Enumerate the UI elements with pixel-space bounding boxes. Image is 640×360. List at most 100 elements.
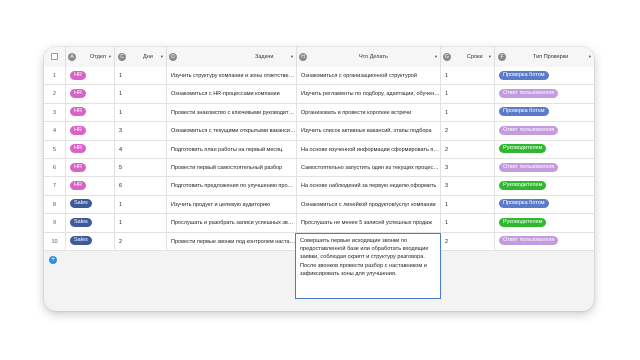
column-menu-icon[interactable]: ▾ <box>291 47 293 67</box>
row-number[interactable]: 9 <box>44 214 66 233</box>
table-row[interactable]: 7 HR 6 Подготовить предложения по улучшению… <box>44 177 594 196</box>
todo-cell[interactable]: Изучить список активных вакансий, этапы … <box>297 122 441 141</box>
task-cell[interactable]: Провести первый самостоятельный разбор <box>167 159 297 178</box>
table-row[interactable]: 2 HR 1 Ознакомиться с HR-процессами компани… <box>44 85 594 104</box>
day-cell[interactable]: 1 <box>115 67 167 86</box>
column-header-dept[interactable]: A Отдел ▾ <box>66 47 115 67</box>
row-number[interactable]: 10 <box>44 232 66 251</box>
day-cell[interactable]: 6 <box>115 177 167 196</box>
column-menu-icon[interactable]: ▾ <box>109 47 111 67</box>
dept-cell[interactable]: HR <box>66 103 115 123</box>
column-header-days[interactable]: C Дни ▾ <box>115 47 167 67</box>
term-cell[interactable]: 3 <box>441 159 495 178</box>
table-row[interactable]: 8 Sales 1 Изучить продукт и целевую аудитор… <box>44 195 594 215</box>
cell-editor[interactable]: Совершить первые исходящие звонки по пре… <box>295 233 441 299</box>
term-cell[interactable]: 2 <box>441 122 495 141</box>
dept-cell[interactable]: Sales <box>66 195 115 215</box>
term-cell[interactable]: 1 <box>441 103 495 123</box>
day-cell[interactable]: 3 <box>115 122 167 141</box>
column-header-check-type[interactable]: F Тип Проверки ▾ <box>495 47 594 67</box>
column-menu-icon[interactable]: ▾ <box>589 47 591 67</box>
table-row[interactable]: 4 HR 3 Ознакомиться с текущими открытыми ва… <box>44 122 594 141</box>
todo-cell[interactable]: Прослушать не менее 5 записей успешных п… <box>297 214 441 233</box>
task-cell[interactable]: Изучить продукт и целевую аудиторию <box>167 195 297 215</box>
term-cell[interactable]: 1 <box>441 85 495 104</box>
dept-cell[interactable]: HR <box>66 177 115 196</box>
task-cell[interactable]: Провести первые звонки под контролем нас… <box>167 232 297 251</box>
dept-tag: Sales <box>70 199 92 209</box>
row-number-text: 6 <box>52 165 57 171</box>
check-type-cell[interactable]: Ответ пользователя <box>495 233 594 251</box>
todo-cell[interactable]: Изучить регламенты по подбору, адаптации… <box>297 85 441 104</box>
todo-cell[interactable]: Ознакомиться с организационной структуро… <box>297 67 441 86</box>
check-type-cell[interactable]: Руководителем <box>495 141 594 159</box>
dept-cell[interactable]: Sales <box>66 232 115 251</box>
dept-cell[interactable]: HR <box>66 140 115 159</box>
task-cell[interactable]: Провести знакомство с ключевыми руководи… <box>167 103 297 123</box>
task-cell[interactable]: Ознакомиться с HR-процессами компании <box>167 85 297 104</box>
term-cell[interactable]: 1 <box>441 195 495 215</box>
row-number[interactable]: 7 <box>44 177 66 196</box>
check-type-cell[interactable]: Руководителем <box>495 177 594 195</box>
term-cell[interactable]: 2 <box>441 140 495 159</box>
task-cell[interactable]: Прослушать и разобрать записи успешных з… <box>167 214 297 233</box>
task-cell[interactable]: Подготовить предложения по улучшению про… <box>167 177 297 196</box>
row-number[interactable]: 4 <box>44 122 66 141</box>
task-cell-text: Ознакомиться с текущими открытыми ваканс… <box>171 128 297 135</box>
day-cell[interactable]: 1 <box>115 214 167 233</box>
term-cell[interactable]: 2 <box>441 232 495 251</box>
column-header-terms[interactable]: G Сроки ▾ <box>441 47 495 67</box>
todo-cell[interactable]: Самостоятельно запустить один из текущих… <box>297 159 441 178</box>
day-cell[interactable]: 4 <box>115 140 167 159</box>
dept-cell[interactable]: Sales <box>66 214 115 233</box>
dept-cell[interactable]: HR <box>66 67 115 86</box>
column-header-tasks[interactable]: D Задачи ▾ <box>167 47 297 67</box>
dept-cell[interactable]: HR <box>66 85 115 104</box>
dept-cell[interactable]: HR <box>66 159 115 178</box>
term-cell[interactable]: 3 <box>441 177 495 196</box>
row-number[interactable]: 2 <box>44 85 66 104</box>
add-row-button[interactable]: + <box>49 256 57 264</box>
todo-cell[interactable]: Организовать и провести короткие встречи <box>297 103 441 123</box>
check-type-cell[interactable]: Проверка ботом <box>495 67 594 85</box>
check-type-cell[interactable]: Проверка ботом <box>495 104 594 122</box>
table-row[interactable]: 6 HR 5 Провести первый самостоятельный разб… <box>44 159 594 178</box>
column-header-todo[interactable]: H Что Делать ▾ <box>297 47 441 67</box>
check-type-tag: Ответ пользователя <box>499 162 559 172</box>
row-number[interactable]: 5 <box>44 140 66 159</box>
day-cell[interactable]: 1 <box>115 85 167 104</box>
task-cell[interactable]: Изучить структуру компании и зоны ответс… <box>167 67 297 86</box>
todo-cell-text: Ознакомиться с линейкой продуктов/услуг … <box>301 201 436 208</box>
check-type-cell[interactable]: Проверка ботом <box>495 196 594 214</box>
task-cell-text: Провести знакомство с ключевыми руководи… <box>171 109 297 116</box>
check-type-cell[interactable]: Руководителем <box>495 214 594 232</box>
dept-cell[interactable]: HR <box>66 122 115 141</box>
row-number[interactable]: 6 <box>44 159 66 178</box>
row-number[interactable]: 1 <box>44 67 66 86</box>
table-row[interactable]: 1 HR 1 Изучить структуру компании и зоны от… <box>44 67 594 86</box>
row-number[interactable]: 3 <box>44 103 66 123</box>
term-cell[interactable]: 1 <box>441 214 495 233</box>
column-menu-icon[interactable]: ▾ <box>435 47 437 67</box>
day-cell[interactable]: 5 <box>115 159 167 178</box>
column-menu-icon[interactable]: ▾ <box>489 47 491 67</box>
check-type-cell[interactable]: Ответ пользователя <box>495 85 594 103</box>
table-header: A Отдел ▾ C Дни ▾ D Задачи ▾ H Что Делат… <box>44 47 594 68</box>
column-menu-icon[interactable]: ▾ <box>161 47 163 67</box>
todo-cell[interactable]: Ознакомиться с линейкой продуктов/услуг … <box>297 195 441 215</box>
term-cell[interactable]: 1 <box>441 67 495 86</box>
day-cell[interactable]: 2 <box>115 232 167 251</box>
row-number[interactable]: 8 <box>44 195 66 215</box>
todo-cell[interactable]: На основе изученной информации сформиров… <box>297 140 441 159</box>
task-cell[interactable]: Ознакомиться с текущими открытыми ваканс… <box>167 122 297 141</box>
check-type-cell[interactable]: Ответ пользователя <box>495 122 594 140</box>
table-row[interactable]: 9 Sales 1 Прослушать и разобрать записи усп… <box>44 214 594 233</box>
table-row[interactable]: 5 HR 4 Подготовить план работы на первый ме… <box>44 140 594 159</box>
task-cell[interactable]: Подготовить план работы на первый месяц <box>167 140 297 159</box>
check-type-cell[interactable]: Ответ пользователя <box>495 159 594 177</box>
select-all-checkbox[interactable] <box>51 53 58 60</box>
todo-cell[interactable]: На основе наблюдений за первую неделю оф… <box>297 177 441 196</box>
day-cell[interactable]: 1 <box>115 195 167 215</box>
day-cell[interactable]: 1 <box>115 103 167 123</box>
table-row[interactable]: 3 HR 1 Провести знакомство с ключевыми руко… <box>44 103 594 123</box>
